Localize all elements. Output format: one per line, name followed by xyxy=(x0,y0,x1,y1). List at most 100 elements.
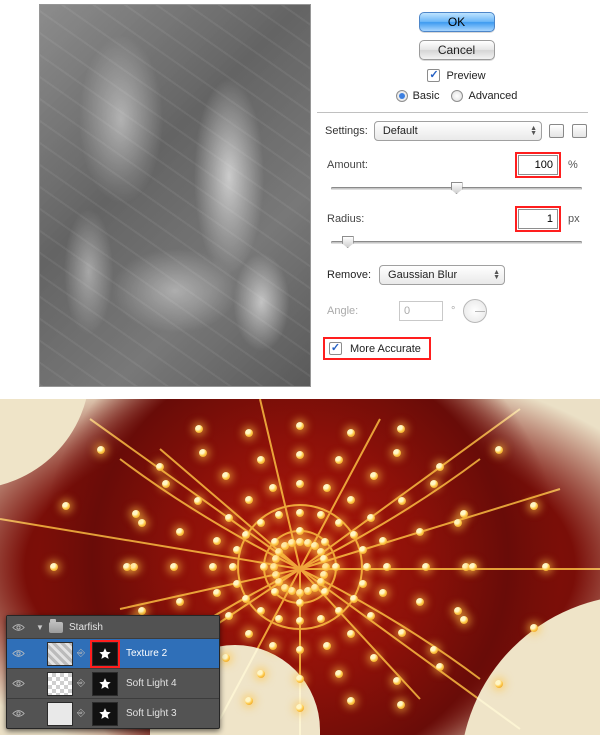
texture-node xyxy=(271,538,279,546)
texture-node xyxy=(350,595,358,603)
layer-mask-thumbnail[interactable] xyxy=(92,672,118,696)
mask-link-icon[interactable]: ⎆ xyxy=(73,708,89,719)
layer-row[interactable]: ⎆ Soft Light 4 xyxy=(7,668,219,698)
amount-unit: % xyxy=(568,159,588,171)
texture-node xyxy=(271,588,279,596)
texture-node xyxy=(321,588,329,596)
texture-node xyxy=(347,429,355,437)
layer-row[interactable]: ⎆Soft Light 3 xyxy=(7,698,219,728)
texture-node xyxy=(233,580,241,588)
texture-node xyxy=(296,675,304,683)
texture-node xyxy=(359,546,367,554)
folder-icon xyxy=(49,622,63,633)
texture-node xyxy=(269,642,277,650)
texture-node xyxy=(370,472,378,480)
texture-node xyxy=(213,537,221,545)
texture-node xyxy=(272,571,280,579)
disclosure-triangle-icon[interactable]: ▼ xyxy=(35,623,45,632)
visibility-toggle[interactable] xyxy=(7,679,29,688)
mode-advanced-label: Advanced xyxy=(468,90,517,102)
texture-node xyxy=(225,514,233,522)
texture-node xyxy=(430,646,438,654)
texture-node xyxy=(170,563,178,571)
settings-select[interactable]: Default ▲▼ xyxy=(374,121,542,141)
angle-input xyxy=(399,301,443,321)
cancel-button[interactable]: Cancel xyxy=(419,40,495,60)
star-mask-icon xyxy=(98,677,112,691)
texture-node xyxy=(296,599,304,607)
settings-label: Settings: xyxy=(325,125,368,137)
texture-node xyxy=(281,584,289,592)
visibility-toggle[interactable] xyxy=(7,709,29,718)
texture-node xyxy=(260,563,268,571)
mode-basic-label: Basic xyxy=(413,90,440,102)
layer-row[interactable]: ⎆Texture 2 xyxy=(7,638,219,668)
texture-node xyxy=(397,701,405,709)
texture-node xyxy=(397,425,405,433)
save-preset-icon[interactable] xyxy=(549,124,564,138)
mode-advanced-radio[interactable]: Advanced xyxy=(451,90,517,102)
star-mask-icon xyxy=(98,647,112,661)
layer-group-header[interactable]: ▼ Starfish xyxy=(7,616,219,638)
texture-node xyxy=(363,563,371,571)
texture-node xyxy=(245,429,253,437)
texture-node xyxy=(132,510,140,518)
texture-node xyxy=(321,538,329,546)
document-canvas[interactable]: ▼ Starfish ⎆Texture 2⎆Soft Light 4⎆Soft … xyxy=(0,399,600,735)
star-mask-icon xyxy=(98,707,112,721)
texture-node xyxy=(347,697,355,705)
radius-input[interactable] xyxy=(518,209,558,229)
texture-node xyxy=(454,607,462,615)
eye-icon xyxy=(12,649,25,658)
texture-node xyxy=(335,456,343,464)
texture-node xyxy=(296,538,304,546)
filter-preview[interactable] xyxy=(39,4,311,387)
texture-node xyxy=(430,480,438,488)
texture-node xyxy=(242,531,250,539)
layer-group-name: Starfish xyxy=(69,622,103,633)
visibility-toggle[interactable] xyxy=(7,623,29,632)
texture-node xyxy=(296,617,304,625)
texture-node xyxy=(347,630,355,638)
texture-node xyxy=(296,646,304,654)
mode-basic-radio[interactable]: Basic xyxy=(396,90,440,102)
more-accurate-checkbox[interactable]: More Accurate xyxy=(325,339,429,358)
layer-mask-thumbnail[interactable] xyxy=(92,642,118,666)
layer-mask-thumbnail[interactable] xyxy=(92,702,118,726)
preview-checkbox[interactable] xyxy=(427,69,440,82)
mask-link-icon[interactable]: ⎆ xyxy=(73,678,89,689)
radius-slider[interactable] xyxy=(327,235,586,249)
select-arrows-icon: ▲▼ xyxy=(493,270,500,280)
layers-panel: ▼ Starfish ⎆Texture 2⎆Soft Light 4⎆Soft … xyxy=(6,615,220,729)
texture-node xyxy=(383,563,391,571)
layer-thumbnail[interactable] xyxy=(47,672,73,696)
texture-node xyxy=(332,563,340,571)
remove-label: Remove: xyxy=(327,269,371,281)
layer-thumbnail[interactable] xyxy=(47,642,73,666)
remove-select[interactable]: Gaussian Blur ▲▼ xyxy=(379,265,505,285)
layer-name-label: Soft Light 4 xyxy=(126,678,177,689)
mask-link-icon[interactable]: ⎆ xyxy=(73,648,89,659)
amount-label: Amount: xyxy=(327,159,391,171)
layer-thumbnail[interactable] xyxy=(47,702,73,726)
texture-node xyxy=(257,670,265,678)
delete-preset-icon[interactable] xyxy=(572,124,587,138)
radius-label: Radius: xyxy=(327,213,391,225)
texture-node xyxy=(138,519,146,527)
texture-node xyxy=(320,555,328,563)
visibility-toggle[interactable] xyxy=(7,649,29,658)
texture-node xyxy=(199,449,207,457)
texture-node xyxy=(370,654,378,662)
amount-slider[interactable] xyxy=(327,181,586,195)
texture-node xyxy=(195,425,203,433)
texture-node xyxy=(97,446,105,454)
texture-node xyxy=(304,587,312,595)
texture-node xyxy=(311,584,319,592)
radio-dot-icon xyxy=(451,90,463,102)
texture-node xyxy=(322,563,330,571)
ok-button[interactable]: OK xyxy=(419,12,495,32)
amount-input[interactable] xyxy=(518,155,558,175)
texture-node xyxy=(398,497,406,505)
angle-label: Angle: xyxy=(327,305,391,317)
texture-node xyxy=(393,449,401,457)
